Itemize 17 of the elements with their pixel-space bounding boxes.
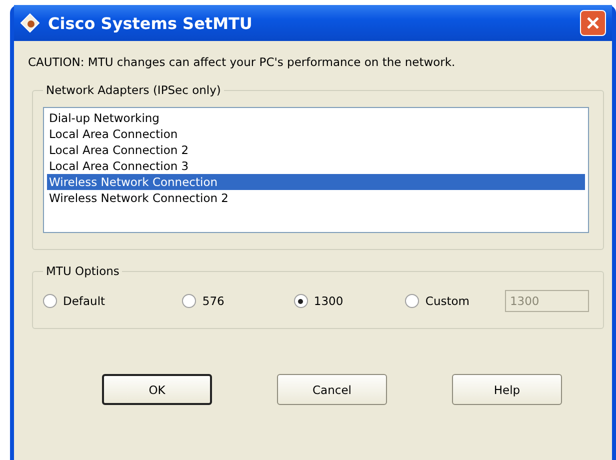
window-title: Cisco Systems SetMTU	[48, 14, 252, 32]
adapter-item[interactable]: Dial-up Networking	[47, 110, 585, 126]
adapter-item[interactable]: Local Area Connection	[47, 126, 585, 142]
dialog-button[interactable]: OK	[102, 374, 212, 405]
radio-label: 1300	[314, 294, 344, 308]
radio-label: Custom	[425, 294, 470, 308]
dialog-button[interactable]: Cancel	[277, 374, 387, 405]
radio-label: 576	[202, 294, 224, 308]
adapter-item[interactable]: Wireless Network Connection 2	[47, 190, 585, 206]
dialog-button[interactable]: Help	[452, 374, 562, 405]
adapter-item[interactable]: Local Area Connection 3	[47, 158, 585, 174]
radio-label: Default	[63, 294, 106, 308]
group-label: MTU Options	[45, 264, 120, 278]
group-label: Network Adapters (IPSec only)	[45, 83, 222, 97]
adapter-item[interactable]: Local Area Connection 2	[47, 142, 585, 158]
adapter-item[interactable]: Wireless Network Connection	[47, 174, 585, 190]
caution-text: CAUTION: MTU changes can affect your PC's performance on the network.	[28, 55, 456, 69]
